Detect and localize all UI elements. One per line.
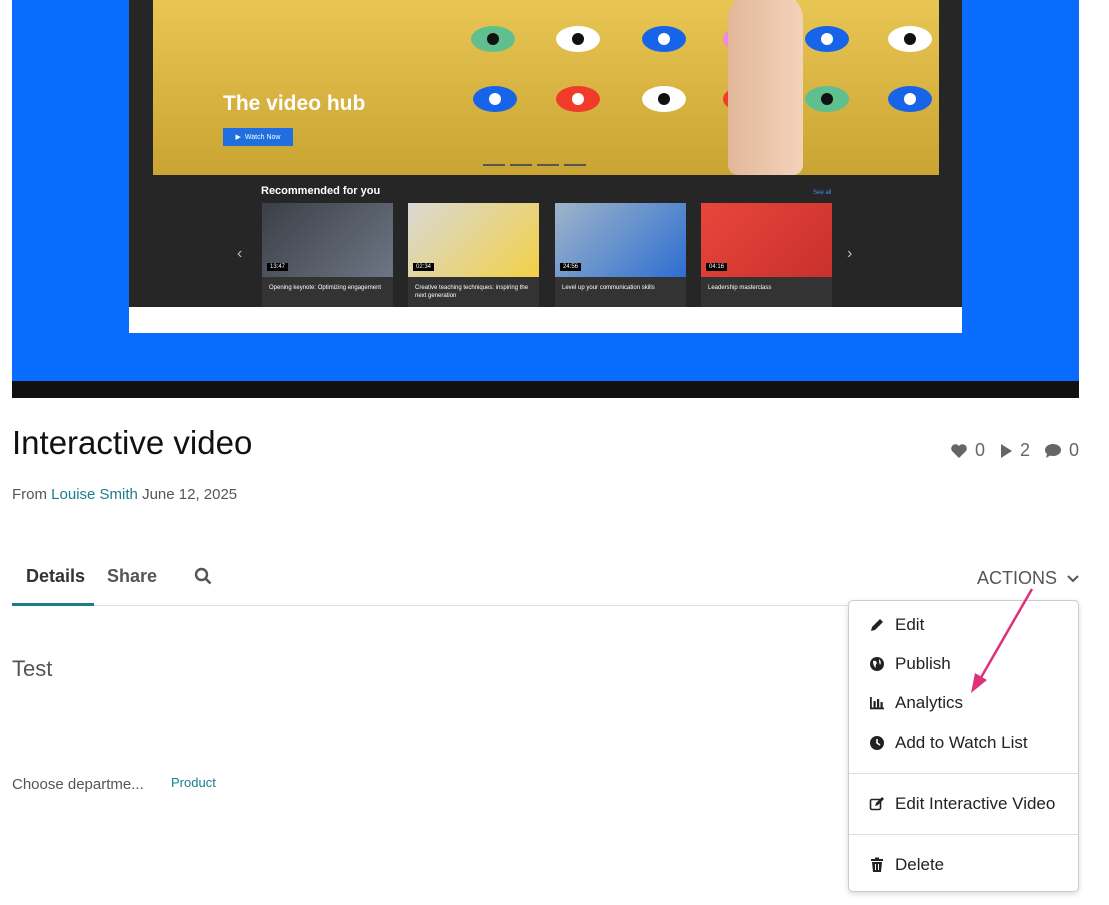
eye-graphic [642, 86, 686, 112]
video-card[interactable]: 13:47 Opening keynote: Optimizing engage… [262, 203, 393, 307]
menu-divider [849, 834, 1078, 835]
byline: From Louise Smith June 12, 2025 [12, 486, 237, 503]
eye-graphic [471, 26, 515, 52]
see-all-link[interactable]: See all [813, 190, 831, 196]
plays-stat: 2 [999, 440, 1030, 461]
search-icon [194, 567, 212, 585]
annotation-arrow [971, 588, 1034, 693]
menu-item-edit-interactive[interactable]: Edit Interactive Video [869, 794, 1055, 814]
eye-graphic [805, 26, 849, 52]
eye-graphic [642, 26, 686, 52]
tab-search[interactable] [194, 567, 212, 590]
pencil-icon [871, 619, 883, 631]
eye-graphic [888, 86, 932, 112]
menu-item-edit[interactable]: Edit [869, 615, 924, 635]
hand-graphic [728, 0, 803, 175]
plays-count: 2 [1019, 440, 1030, 460]
menu-item-label: Edit [895, 615, 925, 634]
video-card[interactable]: 24:56 Level up your communication skills [555, 203, 686, 307]
field-label: Choose departme... [12, 776, 144, 793]
carousel-dots [483, 164, 586, 166]
card-caption: Opening keynote: Optimizing engagement [269, 285, 382, 291]
play-icon [1000, 443, 1012, 458]
globe-icon [870, 657, 884, 671]
field-value-link[interactable]: Product [171, 775, 216, 790]
card-caption: Level up your communication skills [562, 285, 655, 291]
tab-share[interactable]: Share [107, 566, 157, 587]
menu-item-analytics[interactable]: Analytics [869, 693, 963, 713]
recommended-heading: Recommended for you [261, 185, 381, 197]
media-title: Interactive video [12, 424, 253, 461]
likes-count: 0 [974, 440, 985, 460]
video-player[interactable]: The video hub ▶ Watch Now Recommended fo… [12, 0, 1079, 398]
author-link[interactable]: Louise Smith [51, 486, 138, 503]
menu-item-label: Publish [895, 654, 951, 673]
heart-icon [951, 443, 967, 458]
video-frame: The video hub ▶ Watch Now Recommended fo… [129, 0, 962, 333]
active-tab-indicator [12, 603, 94, 606]
comments-stat[interactable]: 0 [1044, 440, 1079, 461]
trash-icon [871, 857, 883, 872]
tab-bar: Details Share ACTIONS [12, 550, 1079, 606]
duration-badge: 04:16 [706, 263, 728, 271]
duration-badge: 02:34 [413, 263, 435, 271]
video-card[interactable]: 04:16 Leadership masterclass [701, 203, 832, 307]
publish-date: June 12, 2025 [142, 486, 238, 503]
video-content: The video hub ▶ Watch Now Recommended fo… [129, 0, 962, 307]
from-label: From [12, 486, 47, 503]
chevron-down-icon [1067, 574, 1079, 582]
comment-icon [1044, 443, 1061, 458]
eye-graphic [805, 86, 849, 112]
likes-stat[interactable]: 0 [950, 440, 985, 461]
comments-count: 0 [1068, 440, 1079, 460]
description: Test [12, 656, 53, 681]
menu-item-label: Delete [895, 855, 945, 874]
menu-item-watch-list[interactable]: Add to Watch List [869, 733, 1028, 753]
eye-graphic [556, 86, 600, 112]
watch-now-button[interactable]: ▶ Watch Now [223, 128, 293, 146]
eye-graphic [888, 26, 932, 52]
chevron-right-icon[interactable]: › [847, 245, 852, 263]
menu-item-label: Analytics [895, 693, 964, 712]
menu-item-label: Add to Watch List [895, 733, 1028, 752]
eye-graphic [473, 86, 517, 112]
video-card[interactable]: 02:34 Creative teaching techniques: insp… [408, 203, 539, 307]
menu-item-delete[interactable]: Delete [869, 855, 944, 875]
card-caption: Leadership masterclass [708, 285, 772, 291]
player-control-bar[interactable] [12, 381, 1079, 398]
hero-banner: The video hub ▶ Watch Now [153, 0, 939, 175]
bar-chart-icon [870, 697, 884, 710]
watch-now-label: Watch Now [244, 133, 281, 141]
chevron-left-icon[interactable]: ‹ [237, 245, 242, 263]
clock-icon [870, 736, 884, 750]
menu-item-publish[interactable]: Publish [869, 654, 951, 674]
media-stats: 0 2 0 [950, 440, 1079, 461]
edit-square-icon [869, 797, 884, 811]
eye-graphic [556, 26, 600, 52]
tab-details[interactable]: Details [26, 566, 85, 587]
card-caption: Creative teaching techniques: inspiring … [415, 285, 529, 299]
duration-badge: 13:47 [267, 263, 289, 271]
menu-divider [849, 773, 1078, 774]
menu-item-label: Edit Interactive Video [895, 794, 1056, 813]
duration-badge: 24:56 [560, 263, 582, 271]
hero-title: The video hub [223, 92, 366, 115]
play-icon: ▶ [235, 134, 241, 141]
